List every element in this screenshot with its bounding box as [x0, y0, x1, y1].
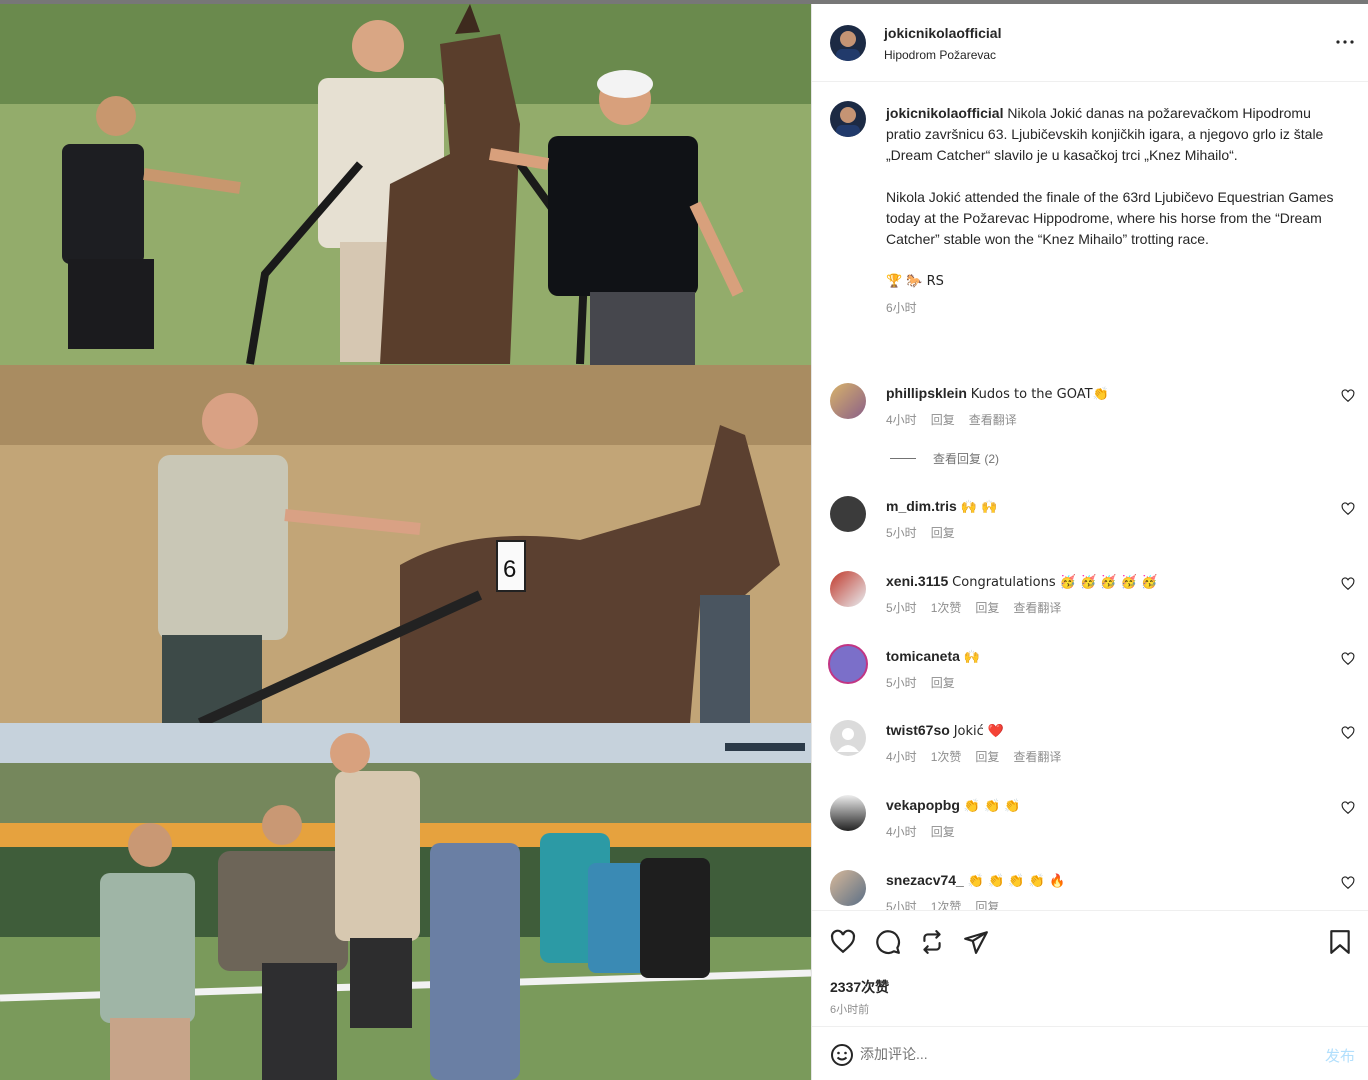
comment-meta: 4小时 回复	[886, 825, 955, 839]
reply-button[interactable]: 回复	[931, 413, 955, 427]
author-avatar[interactable]	[830, 25, 866, 61]
reply-button[interactable]: 回复	[975, 601, 999, 615]
comment-item: m_dim.tris 🙌 🙌 5小时 回复	[812, 496, 1368, 566]
reply-button[interactable]: 回复	[931, 825, 955, 839]
translate-button[interactable]: 查看翻译	[1013, 750, 1061, 764]
comment-bubble-icon[interactable]	[875, 929, 901, 955]
commenter-username[interactable]: phillipsklein	[886, 385, 967, 401]
like-heart-icon[interactable]	[830, 929, 856, 955]
comment-item: tomicaneta 🙌 5小时 回复	[812, 644, 1368, 716]
comment-like-count[interactable]: 1次赞	[931, 601, 962, 615]
svg-text:6: 6	[503, 556, 516, 583]
photo-3	[0, 723, 811, 1080]
caption-author-avatar[interactable]	[830, 101, 866, 137]
like-comment-heart-icon[interactable]	[1341, 801, 1355, 815]
commenter-username[interactable]: xeni.3115	[886, 573, 948, 589]
post-media[interactable]: 6	[0, 4, 811, 1080]
comment-item: xeni.3115 Congratulations 🥳 🥳 🥳 🥳 🥳 5小时 1…	[812, 571, 1368, 641]
view-replies-button[interactable]: 查看回复 (2)	[890, 450, 999, 467]
post-caption: jokicnikolaofficial Nikola Jokić danas n…	[886, 103, 1341, 319]
commenter-username[interactable]: vekapopbg	[886, 797, 960, 813]
comment-item: phillipsklein Kudos to the GOAT👏 4小时 回复 查看…	[812, 383, 1368, 453]
commenter-username[interactable]: m_dim.tris	[886, 498, 957, 514]
comments-scroll-area[interactable]: jokicnikolaofficial Nikola Jokić danas n…	[812, 83, 1368, 910]
comment-text: xeni.3115 Congratulations 🥳 🥳 🥳 🥳 🥳	[886, 573, 1158, 590]
avatar-icon	[836, 31, 860, 61]
post-actions: 2337次赞 6小时前	[812, 910, 1368, 1026]
author-username[interactable]: jokicnikolaofficial	[884, 25, 1001, 41]
like-comment-heart-icon[interactable]	[1341, 652, 1355, 666]
photo-3-scene	[0, 723, 811, 1080]
comment-meta: 5小时 1次赞 回复	[886, 898, 1013, 910]
commenter-avatar[interactable]	[830, 383, 866, 419]
add-comment-bar: 发布	[812, 1026, 1368, 1080]
comment-item: twist67so Jokić ❤️ 4小时 1次赞 回复 查看翻译	[812, 720, 1368, 790]
like-comment-heart-icon[interactable]	[1341, 577, 1355, 591]
comment-meta: 4小时 1次赞 回复 查看翻译	[886, 750, 1062, 764]
post-location[interactable]: Hipodrom Požarevac	[884, 48, 996, 62]
reply-button[interactable]: 回复	[975, 900, 999, 910]
commenter-avatar[interactable]	[830, 870, 866, 906]
commenter-username[interactable]: tomicaneta	[886, 648, 960, 664]
comment-text: phillipsklein Kudos to the GOAT👏	[886, 385, 1109, 402]
reply-button[interactable]: 回复	[931, 676, 955, 690]
post-comment-button[interactable]: 发布	[1325, 1045, 1355, 1066]
reply-button[interactable]: 回复	[975, 750, 999, 764]
post-panel: jokicnikolaofficial Hipodrom Požarevac j…	[811, 4, 1368, 1080]
comment-item: vekapopbg 👏 👏 👏 4小时 回复	[812, 795, 1368, 865]
comment-text: snezacv74_ 👏 👏 👏 👏 🔥	[886, 872, 1066, 889]
photo-2-scene: 6	[0, 365, 811, 723]
commenter-avatar[interactable]	[828, 644, 868, 684]
comment-text: twist67so Jokić ❤️	[886, 722, 1005, 739]
comment-item: snezacv74_ 👏 👏 👏 👏 🔥 5小时 1次赞 回复	[812, 870, 1368, 910]
caption-english-text: Nikola Jokić attended the finale of the …	[886, 189, 1334, 247]
share-send-icon[interactable]	[963, 929, 989, 955]
photo-2: 6	[0, 365, 811, 723]
post-timestamp: 6小时前	[830, 1004, 870, 1016]
comment-text: tomicaneta 🙌	[886, 648, 980, 665]
commenter-avatar[interactable]	[830, 571, 866, 607]
reply-button[interactable]: 回复	[931, 526, 955, 540]
comment-meta: 5小时 1次赞 回复 查看翻译	[886, 601, 1062, 615]
caption-username[interactable]: jokicnikolaofficial	[886, 105, 1003, 121]
comment-like-count[interactable]: 1次赞	[931, 750, 962, 764]
save-bookmark-icon[interactable]	[1327, 929, 1353, 955]
default-avatar-icon	[837, 728, 859, 752]
commenter-avatar[interactable]	[830, 496, 866, 532]
like-count[interactable]: 2337次赞	[830, 977, 889, 997]
commenter-avatar[interactable]	[830, 720, 866, 756]
avatar-icon	[836, 107, 860, 137]
commenter-username[interactable]: snezacv74_	[886, 872, 964, 888]
comment-input[interactable]	[860, 1042, 1260, 1066]
comment-meta: 5小时 回复	[886, 676, 955, 690]
photo-1-scene	[0, 4, 811, 365]
comment-like-count[interactable]: 1次赞	[931, 900, 962, 910]
like-comment-heart-icon[interactable]	[1341, 389, 1355, 403]
translate-button[interactable]: 查看翻译	[1013, 601, 1061, 615]
comment-meta: 5小时 回复	[886, 526, 955, 540]
like-comment-heart-icon[interactable]	[1341, 502, 1355, 516]
caption-emoji: 🏆 🐎 RS	[886, 274, 944, 289]
more-options-icon[interactable]	[1333, 30, 1357, 54]
comment-meta: 4小时 回复 查看翻译	[886, 413, 1017, 427]
translate-button[interactable]: 查看翻译	[969, 413, 1017, 427]
comment-text: m_dim.tris 🙌 🙌	[886, 498, 998, 515]
commenter-username[interactable]: twist67so	[886, 722, 950, 738]
like-comment-heart-icon[interactable]	[1341, 726, 1355, 740]
like-comment-heart-icon[interactable]	[1341, 876, 1355, 890]
post-header: jokicnikolaofficial Hipodrom Požarevac	[812, 4, 1368, 82]
photo-1	[0, 4, 811, 365]
comment-text: vekapopbg 👏 👏 👏	[886, 797, 1021, 814]
emoji-picker-icon[interactable]	[830, 1043, 854, 1067]
repost-icon[interactable]	[919, 929, 945, 955]
commenter-avatar[interactable]	[830, 795, 866, 831]
caption-time: 6小时	[886, 301, 917, 315]
